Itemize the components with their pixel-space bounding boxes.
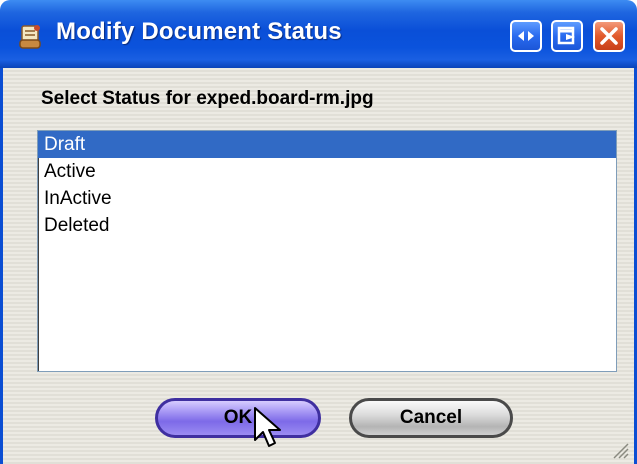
ok-button[interactable]: OK: [155, 398, 321, 438]
resize-button[interactable]: [510, 20, 542, 52]
cancel-button-label: Cancel: [399, 407, 463, 428]
resize-arrows-icon: [518, 31, 534, 41]
status-listbox[interactable]: Draft Active InActive Deleted: [37, 130, 617, 372]
cancel-button[interactable]: Cancel: [349, 398, 513, 438]
window-title: Modify Document Status: [56, 18, 342, 45]
resize-grip-icon[interactable]: [608, 438, 630, 460]
restore-button[interactable]: [551, 20, 583, 52]
list-item-inactive[interactable]: InActive: [38, 185, 616, 212]
close-icon: [600, 27, 618, 45]
title-bar[interactable]: Modify Document Status: [0, 0, 637, 68]
mouse-pointer-icon: [254, 407, 281, 447]
close-button[interactable]: [593, 20, 625, 52]
list-item-draft[interactable]: Draft: [38, 131, 616, 158]
status-prompt: Select Status for exped.board-rm.jpg: [41, 88, 374, 109]
dialog-body: Select Status for exped.board-rm.jpg Dra…: [0, 68, 637, 464]
document-scroll-icon: [19, 25, 41, 49]
list-item-active[interactable]: Active: [38, 158, 616, 185]
list-item-deleted[interactable]: Deleted: [38, 212, 616, 239]
modify-status-dialog: Modify Document Status Select Status for…: [0, 0, 637, 464]
restore-icon: [557, 26, 575, 45]
ok-button-label: OK: [223, 407, 253, 428]
